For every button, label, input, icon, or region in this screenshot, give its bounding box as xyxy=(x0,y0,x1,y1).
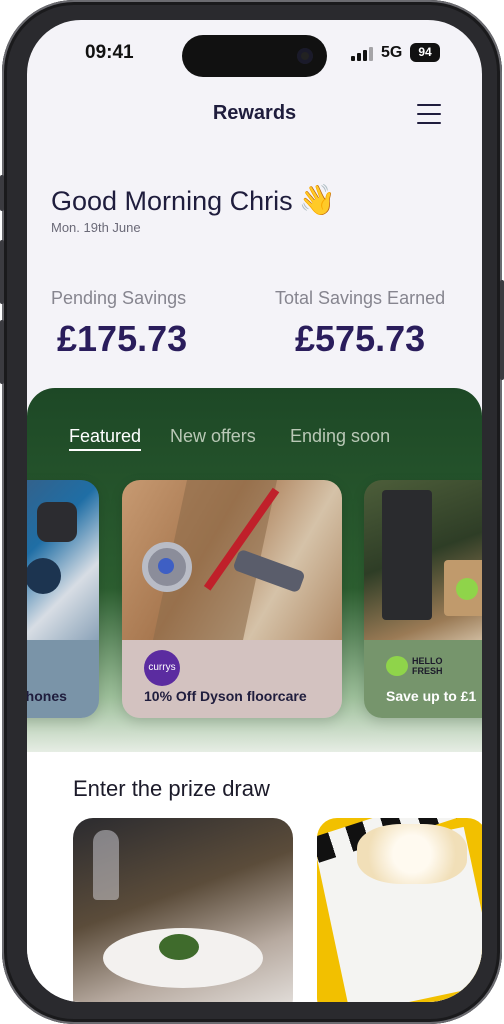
wave-icon: 👋 xyxy=(298,184,336,217)
prize-card-dining[interactable] xyxy=(73,818,293,1002)
offer-card-dyson[interactable]: currys 10% Off Dyson floorcare xyxy=(122,480,342,718)
offer-card-footer xyxy=(364,640,482,718)
tab-ending-soon[interactable]: Ending soon xyxy=(290,426,390,447)
prize-card-cinema[interactable] xyxy=(317,818,482,1002)
signal-icon xyxy=(351,47,373,61)
wine-glass-icon xyxy=(93,830,119,900)
tab-new-offers[interactable]: New offers xyxy=(170,426,256,447)
status-time: 09:41 xyxy=(85,42,134,63)
network-label: 5G xyxy=(381,44,403,61)
camera-icon xyxy=(297,48,313,64)
offer-card-footer xyxy=(27,640,99,718)
hamburger-icon[interactable] xyxy=(417,104,441,124)
offer-image-kitchen xyxy=(364,480,482,640)
hellofresh-logo: HELLO FRESH xyxy=(412,656,443,676)
status-bar: 09:41 5G 94 xyxy=(27,20,482,80)
pending-savings-value: £175.73 xyxy=(57,318,188,359)
total-savings-label: Total Savings Earned xyxy=(275,288,446,308)
offer-title: 10% Off Dyson floorcare xyxy=(144,688,307,704)
offer-card-smartphones[interactable]: rtphones xyxy=(27,480,99,718)
offer-image-vacuum xyxy=(122,480,342,640)
tab-featured[interactable]: Featured xyxy=(69,426,142,451)
greeting-text: Good Morning Chris xyxy=(51,186,293,216)
pending-savings-label: Pending Savings xyxy=(51,288,187,308)
volume-up-button xyxy=(0,240,4,304)
screen: 09:41 5G 94 Rewards Good Morning Chris 👋 … xyxy=(27,20,482,1002)
phone-frame: 09:41 5G 94 Rewards Good Morning Chris 👋 … xyxy=(0,0,504,1024)
action-button xyxy=(0,175,4,211)
featured-panel: Featured New offers Ending soon rtphones xyxy=(27,388,482,752)
greeting-date: Mon. 19th June xyxy=(51,220,141,235)
dynamic-island xyxy=(182,35,327,77)
battery-icon: 94 xyxy=(410,43,440,62)
offer-image-phone xyxy=(27,480,99,640)
prize-draw-title: Enter the prize draw xyxy=(73,776,270,801)
power-button xyxy=(500,280,504,380)
total-savings-value: £575.73 xyxy=(295,318,426,359)
offer-card-hellofresh[interactable]: HELLO FRESH Save up to £1 xyxy=(364,480,482,718)
food-icon xyxy=(159,934,199,960)
offer-title: rtphones xyxy=(27,688,67,704)
page-title: Rewards xyxy=(212,102,297,124)
currys-logo: currys xyxy=(144,650,180,686)
greeting: Good Morning Chris 👋 xyxy=(51,183,336,218)
offer-title: Save up to £1 xyxy=(386,688,477,704)
hellofresh-logo-icon xyxy=(386,656,408,676)
popcorn-icon xyxy=(357,824,467,884)
volume-down-button xyxy=(0,320,4,384)
